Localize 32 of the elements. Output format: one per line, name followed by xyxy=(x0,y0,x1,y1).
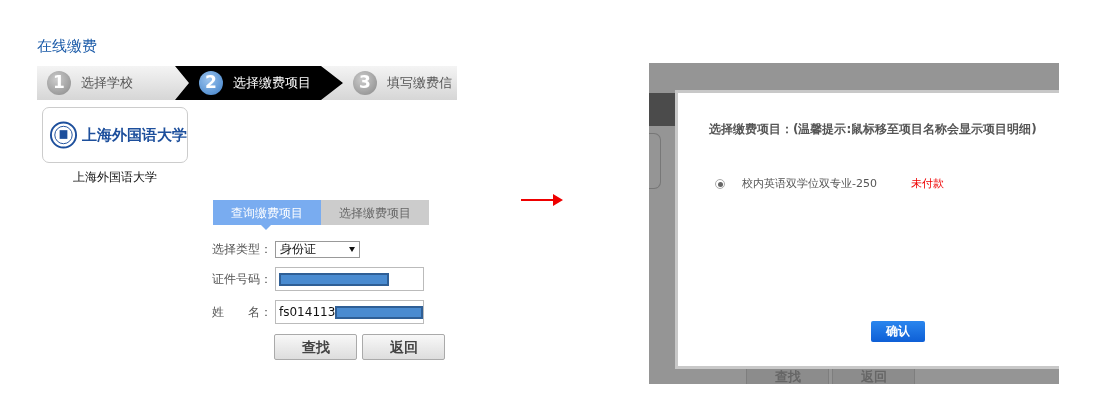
step[interactable]: 2 选择缴费项目 xyxy=(175,66,343,100)
step-label: 选择缴费项目 xyxy=(233,74,311,93)
caret-icon xyxy=(349,246,355,252)
step[interactable]: 1 选择学校 xyxy=(37,66,175,100)
input-field[interactable] xyxy=(275,267,424,291)
logo-wordmark: 上海外国语大学 xyxy=(82,124,187,146)
seal-icon xyxy=(49,120,78,150)
step-number: 3 xyxy=(353,71,377,95)
field-value: fs014113 xyxy=(279,304,336,321)
dialog-title: 选择缴费项目：(温馨提示:鼠标移至项目名称会显示项目明细) xyxy=(709,121,1038,138)
status-label: 未付款 xyxy=(910,176,944,192)
step-bar xyxy=(649,93,677,126)
field-label: 选择类型： xyxy=(212,241,272,258)
logo-card xyxy=(649,133,661,189)
item-label: 校内英语双学位双专业-250 xyxy=(742,176,877,192)
type-select[interactable]: 身份证 xyxy=(275,240,360,258)
field-label: 证件号码： xyxy=(212,271,272,288)
step[interactable]: 3 填写缴费信 xyxy=(343,66,452,100)
school-name: 上海外国语大学 xyxy=(72,169,158,186)
confirm-button[interactable]: 确认 xyxy=(871,320,925,342)
step-number: 1 xyxy=(47,71,71,95)
step-number: 2 xyxy=(199,71,223,95)
form-button[interactable]: 返回 xyxy=(362,334,445,360)
step-label: 填写缴费信 xyxy=(387,74,452,93)
page-title: 在线缴费 xyxy=(37,36,98,57)
field-label: 姓 名： xyxy=(212,304,272,321)
select-value: 身份证 xyxy=(280,241,316,258)
input-field[interactable]: fs014113 xyxy=(275,300,424,324)
radio-button[interactable] xyxy=(715,179,725,190)
step-label: 选择学校 xyxy=(81,74,133,93)
form-button[interactable]: 查找 xyxy=(274,334,357,360)
arrow-icon xyxy=(521,193,563,206)
